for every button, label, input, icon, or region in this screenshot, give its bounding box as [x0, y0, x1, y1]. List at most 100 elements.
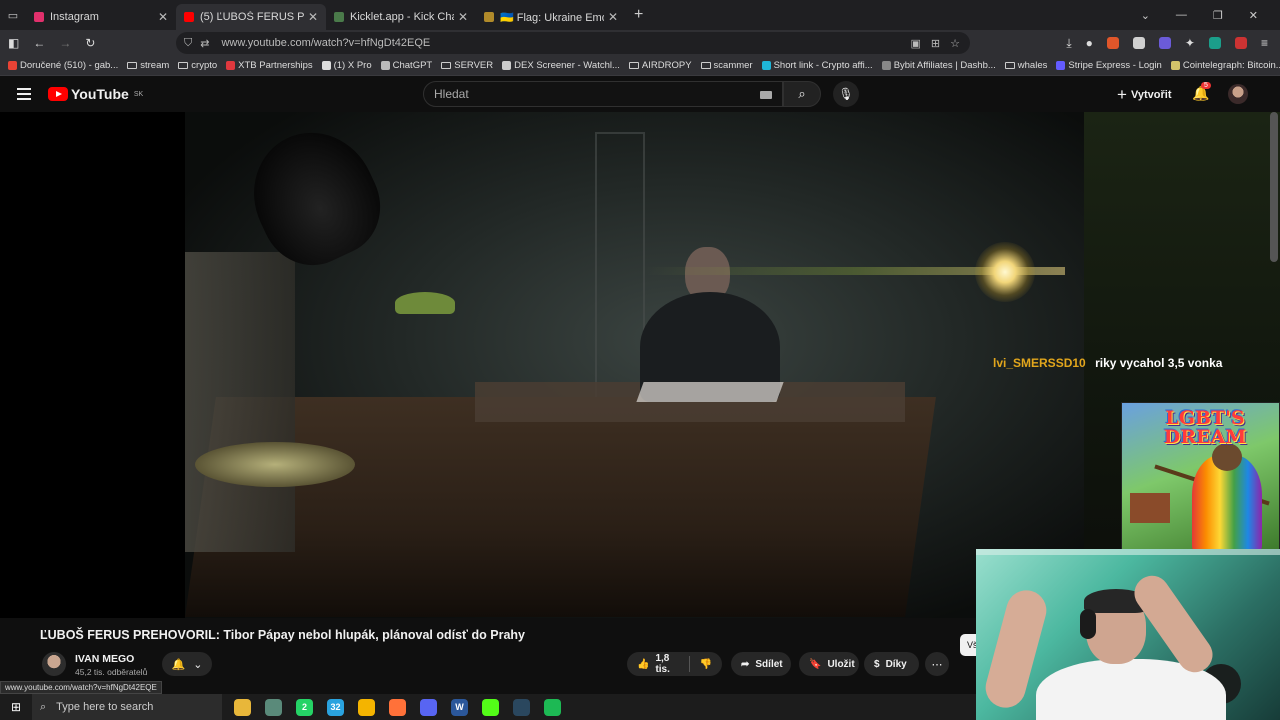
tab-favicon-icon	[334, 12, 344, 22]
restore-button[interactable]: ❐	[1213, 9, 1223, 22]
downloads-icon[interactable]: ⤓	[1066, 36, 1071, 51]
search-icon: ⌕	[40, 700, 47, 713]
extension-icon[interactable]	[1106, 37, 1119, 49]
pip-icon[interactable]: ▣	[911, 37, 921, 50]
subscription-bell-button[interactable]: 🔔 ⌄	[162, 652, 212, 676]
bookmark-item[interactable]: crypto	[178, 60, 217, 71]
folder-icon	[127, 62, 138, 69]
share-icon: ➦	[741, 658, 750, 670]
bookmark-item[interactable]: ChatGPT	[380, 60, 432, 71]
close-tab-icon[interactable]: ✕	[308, 10, 318, 24]
keyboard-icon[interactable]	[760, 91, 772, 99]
dislike-button[interactable]: 👎	[700, 659, 712, 670]
save-button[interactable]: 🔖 Uložit	[799, 652, 859, 676]
minimize-button[interactable]: —	[1176, 9, 1187, 21]
bookmark-favicon-icon	[1170, 61, 1180, 70]
bookmark-item[interactable]: XTB Partnerships	[226, 60, 313, 71]
create-button[interactable]: + Vytvořit	[1117, 85, 1171, 105]
extension-icon[interactable]	[1234, 37, 1247, 49]
bookmark-item[interactable]: (1) X Pro	[321, 60, 372, 71]
bookmark-item[interactable]: AIRDROPY	[628, 60, 692, 71]
word-icon[interactable]: W	[451, 698, 468, 716]
like-button[interactable]: 👍 1,8 tis.	[637, 653, 677, 675]
overlay-image-title: LGBT'S DREAM	[1163, 407, 1247, 448]
tab-search-icon[interactable]: ⌄	[1141, 9, 1150, 22]
install-icon[interactable]: ⊞	[931, 37, 940, 50]
firefox-icon[interactable]	[389, 698, 406, 716]
sidebar-toggle-icon[interactable]: ◧	[8, 36, 19, 50]
address-bar[interactable]: ⛉ ⇄ www.youtube.com/watch?v=hfNgDt42EQE …	[176, 32, 970, 54]
bookmark-item[interactable]: stream	[127, 60, 169, 71]
taskbar-search[interactable]: ⌕ Type here to search	[32, 694, 222, 720]
browser-tab[interactable]: Instagram ✕	[26, 4, 176, 30]
notifications-button[interactable]: 🔔 5	[1192, 82, 1211, 102]
search-input[interactable]: Hledat	[423, 81, 783, 107]
discord-icon[interactable]	[420, 698, 437, 716]
browser-tab[interactable]: (5) ĽUBOŠ FERUS PREHOVO ✕	[176, 4, 326, 30]
glow	[975, 242, 1035, 302]
bookmark-item[interactable]: Short link - Crypto affi...	[761, 60, 873, 71]
reload-button[interactable]: ↻	[85, 36, 95, 50]
chrome-icon[interactable]	[358, 698, 375, 716]
bookmark-item[interactable]: Stripe Express - Login	[1056, 60, 1162, 71]
extension-icon[interactable]	[1208, 37, 1221, 49]
close-tab-icon[interactable]: ✕	[158, 10, 168, 24]
extension-icon[interactable]	[1132, 37, 1145, 49]
bookmark-star-icon[interactable]: ☆	[950, 37, 960, 50]
bookmark-item[interactable]: Bybit Affiliates | Dashb...	[881, 60, 996, 71]
windows-logo-icon: ⊞	[10, 700, 22, 714]
video-player[interactable]: lvi_SMERSSD10 riky vycahol 3,5 vonka LGB…	[0, 112, 1280, 618]
new-tab-button[interactable]: +	[634, 6, 643, 24]
profile-icon[interactable]: ●	[1086, 36, 1093, 50]
chat-overlay-message: lvi_SMERSSD10 riky vycahol 3,5 vonka	[993, 356, 1222, 370]
shield-icon[interactable]: ⛉	[184, 37, 192, 50]
app-icon[interactable]	[265, 698, 282, 716]
menu-hamburger-icon[interactable]	[17, 88, 31, 103]
thumbs-up-icon: 👍	[637, 658, 650, 670]
thanks-button[interactable]: $ Díky	[864, 652, 919, 676]
papers	[636, 382, 784, 402]
telegram-icon[interactable]: 32	[327, 698, 344, 716]
channel-avatar[interactable]	[42, 652, 66, 676]
close-tab-icon[interactable]: ✕	[458, 10, 468, 24]
more-actions-button[interactable]: ⋯	[925, 652, 949, 676]
close-tab-icon[interactable]: ✕	[608, 10, 618, 24]
steam-icon[interactable]	[513, 698, 530, 716]
whatsapp-icon[interactable]: 2	[296, 698, 313, 716]
overlay-image: LGBT'S DREAM	[1121, 402, 1280, 550]
back-button[interactable]: ←	[33, 36, 45, 50]
share-button[interactable]: ➦ Sdílet	[731, 652, 791, 676]
close-window-button[interactable]: ✕	[1249, 9, 1258, 22]
file-explorer-icon[interactable]	[234, 698, 251, 716]
account-avatar[interactable]	[1228, 84, 1248, 104]
search-button[interactable]: ⌕	[783, 81, 821, 107]
bookmark-item[interactable]: whales	[1004, 60, 1048, 71]
bookmark-item[interactable]: DEX Screener - Watchl...	[502, 60, 620, 71]
extension-icon[interactable]	[1158, 37, 1171, 49]
browser-tab[interactable]: Kicklet.app - Kick Chatbot and ✕	[326, 4, 476, 30]
folder-icon	[178, 62, 189, 69]
spotify-icon[interactable]	[544, 698, 561, 716]
scrollbar[interactable]	[1270, 112, 1278, 262]
tab-actions-icon[interactable]: ▭	[0, 9, 26, 22]
bookmark-item[interactable]: Cointelegraph: Bitcoin...	[1170, 60, 1280, 71]
browser-tab[interactable]: 🇺🇦 Flag: Ukraine Emoji | Meanin ✕	[476, 4, 626, 30]
extensions-puzzle-icon[interactable]: ✦	[1185, 36, 1195, 50]
bookmark-item[interactable]: scammer	[700, 60, 753, 71]
tracking-icon[interactable]: ⇄	[200, 37, 209, 50]
channel-name[interactable]: IVAN MEGO	[75, 653, 134, 665]
bookmark-label: DEX Screener - Watchl...	[514, 60, 620, 71]
youtube-logo[interactable]: YouTube SK	[48, 86, 143, 102]
forward-button[interactable]: →	[59, 36, 71, 50]
bookmark-item[interactable]: SERVER	[441, 60, 493, 71]
address-url[interactable]: www.youtube.com/watch?v=hfNgDt42EQE	[221, 37, 430, 49]
bookmark-label: Doručené (510) - gab...	[20, 60, 119, 71]
bookmark-item[interactable]: Doručené (510) - gab...	[8, 60, 118, 71]
folder-icon	[628, 62, 639, 69]
kick-icon[interactable]	[482, 698, 499, 716]
menu-icon[interactable]: ≡	[1261, 36, 1268, 50]
bookmark-favicon-icon	[321, 61, 331, 70]
bookmark-label: whales	[1017, 60, 1048, 71]
voice-search-button[interactable]: 🎙	[833, 81, 859, 107]
windows-start-button[interactable]: ⊞	[0, 694, 32, 720]
